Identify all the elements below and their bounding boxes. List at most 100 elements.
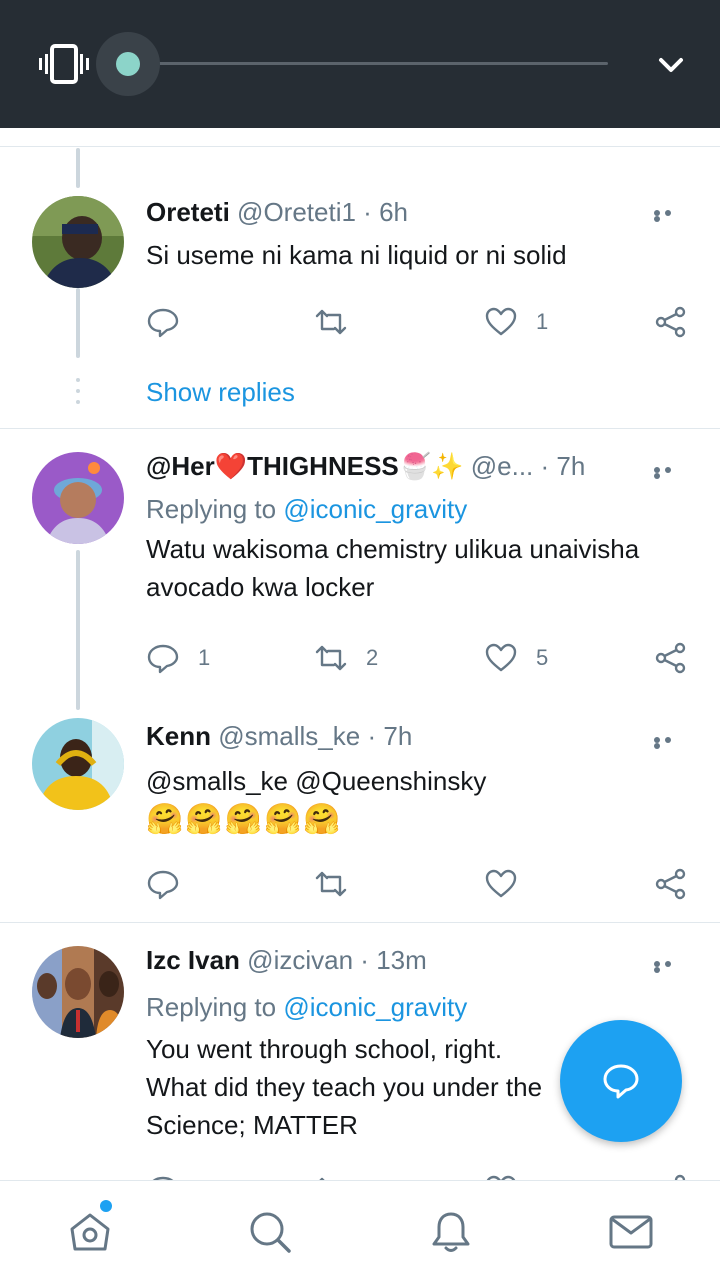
tweet-header: Izc Ivan @izcivan · 13m bbox=[146, 942, 692, 978]
replying-label: Replying to bbox=[146, 494, 277, 524]
reply-button[interactable] bbox=[146, 864, 198, 904]
share-icon bbox=[655, 642, 686, 674]
tweet-header: Kenn @smalls_ke · 7h bbox=[146, 718, 692, 754]
more-icon[interactable] bbox=[654, 961, 684, 973]
retweet-button[interactable]: 2 bbox=[314, 638, 378, 678]
share-button[interactable] bbox=[654, 638, 688, 678]
timestamp: 7h bbox=[556, 451, 586, 481]
tweet-header: Oreteti @Oreteti1 · 6h bbox=[146, 194, 692, 230]
tweet[interactable]: Kenn @smalls_ke · 7h @smalls_ke @Queensh… bbox=[0, 714, 720, 920]
nav-notifications[interactable] bbox=[428, 1209, 474, 1255]
retweet-icon bbox=[319, 1177, 325, 1180]
like-button[interactable]: 1 bbox=[484, 302, 548, 342]
share-icon bbox=[655, 868, 686, 900]
tweet-actions: 1 2 5 bbox=[146, 638, 696, 678]
more-icon[interactable] bbox=[654, 737, 684, 749]
tweet[interactable]: Oreteti @Oreteti1 · 6h Si useme ni kama … bbox=[0, 188, 720, 428]
display-name[interactable]: Izc Ivan bbox=[146, 945, 240, 975]
tweet-mentions[interactable]: @smalls_ke @Queenshinsky bbox=[146, 762, 692, 800]
avatar[interactable] bbox=[32, 718, 124, 810]
handle: @Oreteti1 bbox=[237, 197, 356, 227]
progress-track[interactable] bbox=[128, 62, 608, 65]
reply-icon bbox=[147, 644, 179, 674]
retweet-button[interactable] bbox=[314, 1170, 348, 1180]
notifications-icon bbox=[432, 1212, 470, 1252]
nav-search[interactable] bbox=[247, 1209, 293, 1255]
reply-button[interactable] bbox=[146, 302, 198, 342]
divider bbox=[0, 146, 720, 147]
avatar[interactable] bbox=[32, 196, 124, 288]
vibrate-icon[interactable] bbox=[38, 44, 90, 84]
handle: @smalls_ke bbox=[218, 721, 361, 751]
compose-reply-icon bbox=[603, 1064, 639, 1099]
replying-to-mention[interactable]: @iconic_gravity bbox=[283, 494, 467, 524]
reply-icon bbox=[152, 1176, 174, 1180]
retweet-icon bbox=[315, 645, 347, 671]
retweet-icon bbox=[315, 309, 347, 335]
display-name[interactable]: Oreteti bbox=[146, 197, 230, 227]
compose-reply-button[interactable] bbox=[560, 1020, 682, 1142]
tweet-header: @Her❤️THIGHNESS🍧✨ @e... · 7h bbox=[146, 448, 616, 484]
handle: @izcivan bbox=[247, 945, 354, 975]
timestamp: 13m bbox=[376, 945, 427, 975]
display-name[interactable]: Kenn bbox=[146, 721, 211, 751]
retweet-button[interactable] bbox=[314, 864, 366, 904]
thread-dots bbox=[76, 378, 80, 411]
reply-button[interactable] bbox=[146, 1170, 180, 1180]
home-icon bbox=[70, 1213, 110, 1251]
tweet-actions bbox=[146, 1170, 696, 1180]
like-count: 5 bbox=[536, 645, 549, 670]
replying-to: Replying to @iconic_gravity bbox=[146, 490, 692, 528]
reply-icon bbox=[147, 870, 179, 900]
separator-dot: · bbox=[360, 945, 369, 975]
like-icon bbox=[485, 869, 517, 898]
tweet-emojis: 🤗🤗🤗🤗🤗 bbox=[146, 803, 343, 836]
nav-messages[interactable] bbox=[608, 1209, 654, 1255]
share-button[interactable] bbox=[654, 864, 688, 904]
media-bar bbox=[0, 0, 720, 128]
like-button[interactable] bbox=[484, 864, 536, 904]
more-icon[interactable] bbox=[654, 467, 684, 479]
separator-dot: · bbox=[363, 197, 372, 227]
share-icon bbox=[674, 1174, 686, 1180]
retweet-button[interactable] bbox=[314, 302, 366, 342]
like-icon bbox=[485, 307, 517, 336]
avatar[interactable] bbox=[32, 946, 124, 1038]
tweet-text: Watu wakisoma chemistry ulikua unaivisha… bbox=[146, 534, 640, 602]
replying-to-mention[interactable]: @iconic_gravity bbox=[283, 992, 467, 1022]
thread-line bbox=[76, 148, 80, 188]
nav-home[interactable] bbox=[67, 1209, 113, 1255]
reply-button[interactable]: 1 bbox=[146, 638, 210, 678]
like-icon bbox=[486, 1175, 516, 1180]
retweet-icon bbox=[315, 871, 347, 897]
tweet[interactable]: @Her❤️THIGHNESS🍧✨ @e... · 7h Replying to… bbox=[0, 448, 720, 708]
like-button[interactable] bbox=[484, 1170, 518, 1180]
reply-icon bbox=[147, 308, 179, 338]
thread-line bbox=[76, 288, 80, 358]
messages-icon bbox=[609, 1215, 653, 1249]
progress-thumb[interactable] bbox=[116, 52, 140, 76]
separator-dot: · bbox=[540, 451, 550, 481]
replying-label: Replying to bbox=[146, 992, 277, 1022]
share-button[interactable] bbox=[654, 1170, 688, 1180]
more-icon[interactable] bbox=[654, 210, 684, 222]
divider bbox=[0, 428, 720, 429]
thread-line bbox=[76, 550, 80, 710]
tweet-text: Si useme ni kama ni liquid or ni solid bbox=[146, 240, 567, 270]
chevron-down-icon[interactable] bbox=[656, 50, 686, 80]
like-count: 1 bbox=[536, 309, 549, 334]
tweet-actions bbox=[146, 864, 696, 904]
reply-count: 1 bbox=[198, 645, 211, 670]
share-icon bbox=[655, 306, 686, 338]
separator-dot: · bbox=[367, 721, 377, 751]
show-replies-link[interactable]: Show replies bbox=[146, 374, 295, 410]
tweet-actions: 1 bbox=[146, 302, 696, 342]
display-name[interactable]: @Her❤️THIGHNESS🍧✨ bbox=[146, 451, 464, 481]
retweet-count: 2 bbox=[366, 645, 379, 670]
home-unread-dot bbox=[100, 1200, 112, 1212]
share-button[interactable] bbox=[654, 302, 688, 342]
timestamp: 6h bbox=[379, 197, 408, 227]
like-button[interactable]: 5 bbox=[484, 638, 548, 678]
avatar[interactable] bbox=[32, 452, 124, 544]
like-icon bbox=[485, 643, 517, 672]
